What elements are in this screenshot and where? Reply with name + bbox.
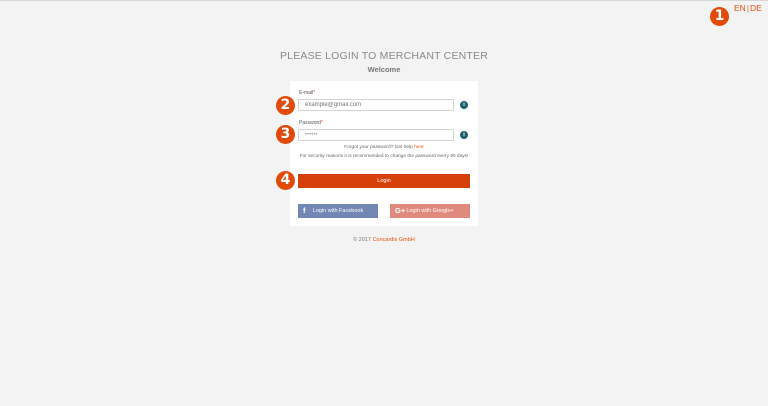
forgot-password-link[interactable]: here [414, 145, 424, 150]
password-label: Password* [299, 120, 323, 126]
security-note: For security reasons it is recommended t… [299, 154, 469, 159]
page-subtitle: Welcome [367, 65, 401, 74]
step-marker-1: 1 [710, 7, 729, 26]
language-separator: | [746, 3, 750, 13]
step-marker-4: 4 [276, 171, 295, 190]
google-login-button[interactable]: G+ Login with Google+ [390, 204, 470, 218]
step-marker-2: 2 [276, 96, 295, 115]
footer: © 2017 Concardis GmbH [0, 237, 768, 243]
email-required-mark: * [313, 90, 316, 96]
facebook-icon: f [303, 206, 306, 215]
page-title: PLEASE LOGIN TO MERCHANT CENTER [279, 50, 489, 62]
password-required-mark: * [320, 120, 323, 126]
step-marker-3: 3 [276, 125, 295, 144]
google-plus-icon: G+ [395, 206, 406, 215]
login-button[interactable]: Login [298, 174, 470, 188]
password-label-text: Password [299, 120, 321, 126]
forgot-password-text: Forgot your password? Get help here [290, 145, 478, 152]
password-info-icon[interactable]: i [460, 131, 468, 139]
top-border [0, 0, 768, 1]
company-link[interactable]: Concardis GmbH [373, 237, 415, 243]
copyright-text: © 2017 [353, 237, 372, 243]
language-en-link[interactable]: EN [734, 3, 746, 13]
email-label: E-mail* [299, 90, 315, 96]
language-de-link[interactable]: DE [750, 3, 762, 13]
password-input[interactable] [298, 129, 454, 141]
facebook-login-label: Login with Facebook [312, 208, 364, 214]
email-label-text: E-mail [299, 90, 314, 96]
login-card: E-mail* i Password* i Forgot your passwo… [290, 81, 478, 226]
email-info-icon[interactable]: i [460, 101, 468, 109]
facebook-login-button[interactable]: f Login with Facebook [298, 204, 378, 218]
language-switcher: EN|DE [734, 3, 762, 13]
email-input[interactable] [298, 99, 454, 111]
forgot-password-prompt: Forgot your password? Get help [344, 145, 413, 150]
google-login-label: Login with Google+ [406, 208, 454, 214]
